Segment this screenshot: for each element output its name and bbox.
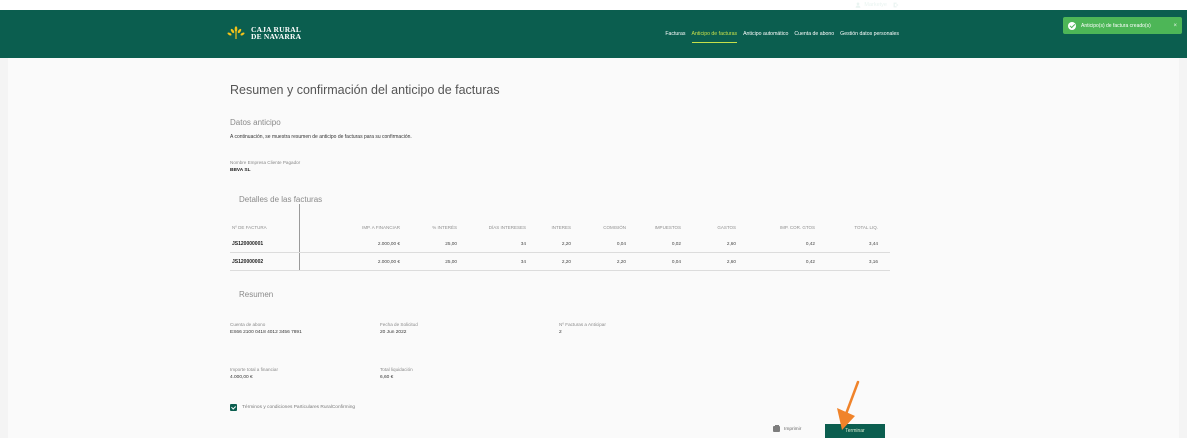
invoice-number: JS120000001 <box>232 240 264 247</box>
table-cell: 2,60 <box>726 241 736 246</box>
nav-item-cuenta-abono[interactable]: Cuenta de abono <box>794 27 834 41</box>
table-cell: 2.000,00 € <box>377 259 400 264</box>
nav-item-facturas[interactable]: Facturas <box>665 27 685 41</box>
terms-link[interactable]: Términos y condiciones Particulares Rura… <box>242 405 355 410</box>
toast-message: Anticipo(s) de factura creado(s) <box>1081 22 1151 29</box>
table-cell: 34 <box>520 241 526 246</box>
success-toast: Anticipo(s) de factura creado(s) × <box>1063 17 1182 34</box>
col-header: IMP. A FINANCIAR <box>362 224 400 230</box>
fecha-value: 20 Jun 2022 <box>380 330 407 335</box>
nav-item-anticipo-automatico[interactable]: Anticipo automático <box>743 27 788 41</box>
table-cell: 3,44 <box>868 241 878 246</box>
user-bar: Marketye <box>855 0 899 10</box>
logout-icon[interactable] <box>893 2 899 8</box>
table-row: JS120000002 2.000,00 € 25,00 34 2,20 2,2… <box>230 253 890 271</box>
table-cell: 25,00 <box>445 241 457 246</box>
cuenta-value: ES66 2100 0418 4012 3456 7891 <box>230 330 302 335</box>
table-cell: 0,42 <box>805 241 815 246</box>
main-nav: Facturas Anticipo de facturas Anticipo a… <box>665 10 899 58</box>
table-cell: 0,02 <box>671 241 681 246</box>
page-title: Resumen y confirmación del anticipo de f… <box>230 83 500 97</box>
table-cell: 3,16 <box>868 259 878 264</box>
table-row: JS120000001 2.000,00 € 25,00 34 2,20 0,0… <box>230 235 890 253</box>
table-cell: 0,04 <box>671 259 681 264</box>
user-icon <box>855 2 861 8</box>
fecha-label: Fecha de Solicitud <box>380 322 418 327</box>
nav-item-anticipo-facturas[interactable]: Anticipo de facturas <box>691 27 737 43</box>
main-content: Resumen y confirmación del anticipo de f… <box>8 58 1179 438</box>
terms-checkbox[interactable] <box>230 404 237 411</box>
nfacturas-label: Nº Facturas a Anticipar <box>559 322 606 327</box>
invoices-table: Nº DE FACTURA IMP. A FINANCIAR % INTERÉS… <box>230 219 890 271</box>
logo-text: CAJA RURAL DE NAVARRA <box>251 26 302 41</box>
table-cell: 34 <box>520 259 526 264</box>
table-cell: 0,42 <box>805 259 815 264</box>
logo-line-2: DE NAVARRA <box>251 32 302 41</box>
terms-row: Términos y condiciones Particulares Rura… <box>230 404 355 411</box>
invoice-number: JS120000002 <box>232 258 264 265</box>
empresa-value: BBVA SL <box>230 168 251 173</box>
empresa-label: Nombre Empresa Cliente Pagador <box>230 160 301 165</box>
printer-icon <box>773 424 780 432</box>
top-strip <box>0 0 1187 10</box>
wheat-logo-icon <box>227 26 245 39</box>
liquidacion-value: 6,60 € <box>380 375 394 380</box>
col-header: Nº DE FACTURA <box>232 224 267 230</box>
col-header: % INTERÉS <box>432 224 457 230</box>
col-header: DÍAS INTERESES <box>488 224 526 230</box>
table-cell: 2.000,00 € <box>377 241 400 246</box>
user-menu[interactable]: Marketye <box>855 2 887 8</box>
datos-anticipo-title: Datos anticipo <box>230 118 281 127</box>
table-cell: 2,20 <box>616 259 626 264</box>
resumen-title: Resumen <box>239 290 274 299</box>
importe-value: 4.000,00 € <box>230 375 253 380</box>
liquidacion-label: Total liquidación <box>380 367 413 372</box>
datos-intro: A continuación, se muestra resumen de an… <box>230 134 412 140</box>
toast-close-icon[interactable]: × <box>1173 23 1177 29</box>
importe-label: Importe total a financiar <box>230 367 279 372</box>
annotation-arrow <box>837 380 860 430</box>
table-cell: 0,04 <box>616 241 626 246</box>
logo[interactable]: CAJA RURAL DE NAVARRA <box>226 26 301 40</box>
app-header: Marketye CAJA RURAL DE NAVARRA Facturas … <box>0 2 1187 58</box>
detalles-title: Detalles de las facturas <box>239 195 323 204</box>
summary-panel: Resumen y confirmación del anticipo de f… <box>230 58 900 438</box>
col-header: GASTOS <box>717 224 736 230</box>
col-header: COMISIÓN <box>603 224 626 230</box>
nfacturas-value: 2 <box>559 330 562 335</box>
table-cell: 2,20 <box>561 259 571 264</box>
nav-item-gestion-datos[interactable]: Gestión datos personales <box>840 27 899 41</box>
col-header: IMP. COR. GTOS <box>779 224 815 230</box>
col-header: IMPUESTOS <box>654 224 681 230</box>
col-header: INTERES <box>551 224 571 230</box>
col-header: TOTAL LIQ. <box>854 224 878 230</box>
user-name: Marketye <box>864 2 887 8</box>
check-circle-icon <box>1068 21 1076 30</box>
print-label: Imprimir <box>784 426 802 432</box>
table-header-row: Nº DE FACTURA IMP. A FINANCIAR % INTERÉS… <box>230 219 890 235</box>
print-button[interactable]: Imprimir <box>773 424 802 432</box>
cuenta-label: Cuenta de abono <box>230 322 266 327</box>
table-cell: 2,20 <box>561 241 571 246</box>
table-cell: 2,60 <box>726 259 736 264</box>
table-cell: 25,00 <box>445 259 457 264</box>
